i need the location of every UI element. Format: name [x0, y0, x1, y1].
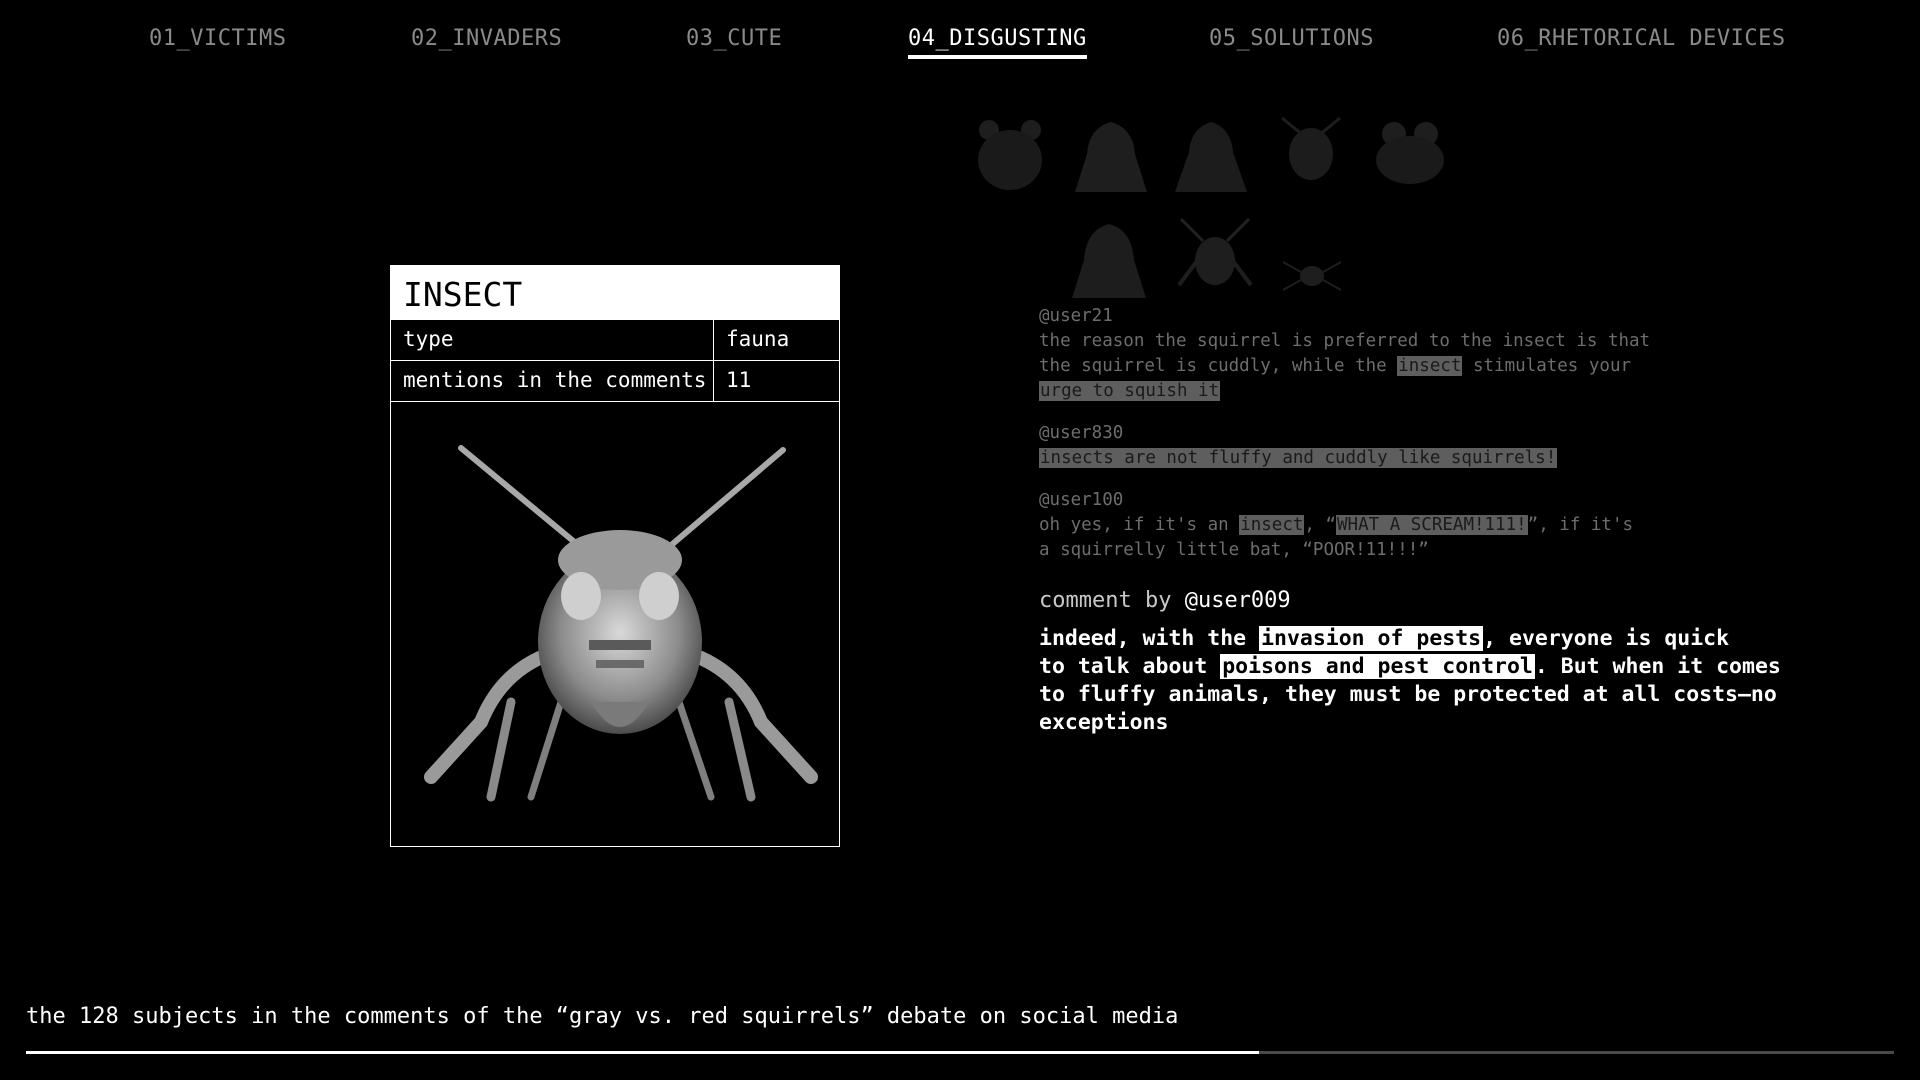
comment-text: ”, if it's [1527, 515, 1634, 535]
comment-line: the reason the squirrel is preferred to … [1039, 331, 1651, 351]
comment-line: oh yes, if it's an insect, “WHAT A SCREA… [1039, 513, 1679, 538]
comment-line: indeed, with the invasion of pests, ever… [1039, 625, 1799, 653]
card-value: fauna [726, 327, 790, 351]
nav-tab-disgusting[interactable]: 04_DISGUSTING [908, 26, 1087, 59]
card-row-mentions: mentions in the comments 11 [391, 360, 839, 401]
card-key: mentions in the comments [391, 361, 714, 401]
top-nav: 01_VICTIMS 02_INVADERS 03_CUTE 04_DISGUS… [0, 22, 1920, 62]
nav-tab-victims[interactable]: 01_VICTIMS [149, 26, 286, 51]
spider-icon [1282, 261, 1342, 291]
comment-line: urge to squish it [1039, 379, 1679, 404]
comment-user: @user100 [1039, 490, 1124, 510]
comment-line: to fluffy animals, they must be protecte… [1039, 682, 1777, 707]
comment-text: oh yes, if it's an [1039, 515, 1240, 535]
comment-user: @user830 [1039, 423, 1124, 443]
comment-line: the squirrel is cuddly, while the insect… [1039, 354, 1679, 379]
comment-body: indeed, with the invasion of pests, ever… [1039, 625, 1799, 737]
comment-text: . But when it comes [1534, 654, 1781, 679]
card-key: type [391, 320, 714, 360]
hamster-icon [978, 120, 1042, 190]
featured-comment: comment by @user009 indeed, with the inv… [1039, 588, 1799, 737]
comment-text: , “ [1304, 515, 1337, 535]
card-image [391, 401, 839, 846]
comment-highlight: insect [1239, 515, 1305, 535]
comment-line: a squirrelly little bat, “POOR!11!!!” [1039, 540, 1429, 560]
pigeon-icon [1175, 122, 1247, 192]
nav-tab-invaders[interactable]: 02_INVADERS [411, 26, 562, 51]
cricket-icon [424, 445, 818, 802]
subject-card: INSECT type fauna mentions in the commen… [390, 265, 840, 847]
comment-text: , everyone is quick [1483, 626, 1730, 651]
comment-byline: comment by @user009 [1039, 588, 1799, 613]
comment-highlight: WHAT A SCREAM!111! [1336, 515, 1528, 535]
comment-text: indeed, with the [1039, 626, 1260, 651]
nav-tab-solutions[interactable]: 05_SOLUTIONS [1209, 26, 1374, 51]
comment-line: insects are not fluffy and cuddly like s… [1039, 446, 1679, 471]
frog-icon [1376, 122, 1444, 184]
beetle-icon [1281, 116, 1341, 180]
comment-highlight: poisons and pest control [1220, 654, 1535, 679]
faded-comment: @user100 oh yes, if it's an insect, “WHA… [1039, 488, 1679, 563]
cricket-icon [1177, 217, 1253, 287]
card-value: 11 [726, 368, 752, 392]
comment-user: @user21 [1039, 306, 1113, 326]
nav-tab-rhetorical-devices[interactable]: 06_RHETORICAL DEVICES [1497, 26, 1786, 51]
nav-tab-cute[interactable]: 03_CUTE [686, 26, 782, 51]
crow-icon [1072, 224, 1146, 298]
progress-bar[interactable] [26, 1051, 1894, 1054]
comment-highlight: invasion of pests [1259, 626, 1484, 651]
faded-comments: @user21 the reason the squirrel is prefe… [1039, 304, 1679, 580]
comment-highlight: insect [1397, 356, 1463, 376]
comment-text: the squirrel is cuddly, while the [1039, 356, 1398, 376]
card-row-type: type fauna [391, 319, 839, 360]
comment-text: stimulates your [1462, 356, 1632, 376]
progress-fill [26, 1051, 1259, 1054]
footer-caption: the 128 subjects in the comments of the … [26, 1004, 1179, 1029]
comment-highlight: insects are not fluffy and cuddly like s… [1039, 448, 1558, 468]
comment-text: to talk about [1039, 654, 1221, 679]
comment-line: exceptions [1039, 710, 1169, 735]
comment-highlight: urge to squish it [1039, 381, 1221, 401]
comment-user: @user009 [1184, 588, 1291, 613]
bird-icon [1075, 122, 1147, 192]
faded-comment: @user830 insects are not fluffy and cudd… [1039, 421, 1679, 471]
faded-comment: @user21 the reason the squirrel is prefe… [1039, 304, 1679, 404]
comment-line: to talk about poisons and pest control. … [1039, 653, 1799, 681]
card-title: INSECT [391, 266, 839, 319]
comment-by-label: comment by [1039, 588, 1172, 613]
